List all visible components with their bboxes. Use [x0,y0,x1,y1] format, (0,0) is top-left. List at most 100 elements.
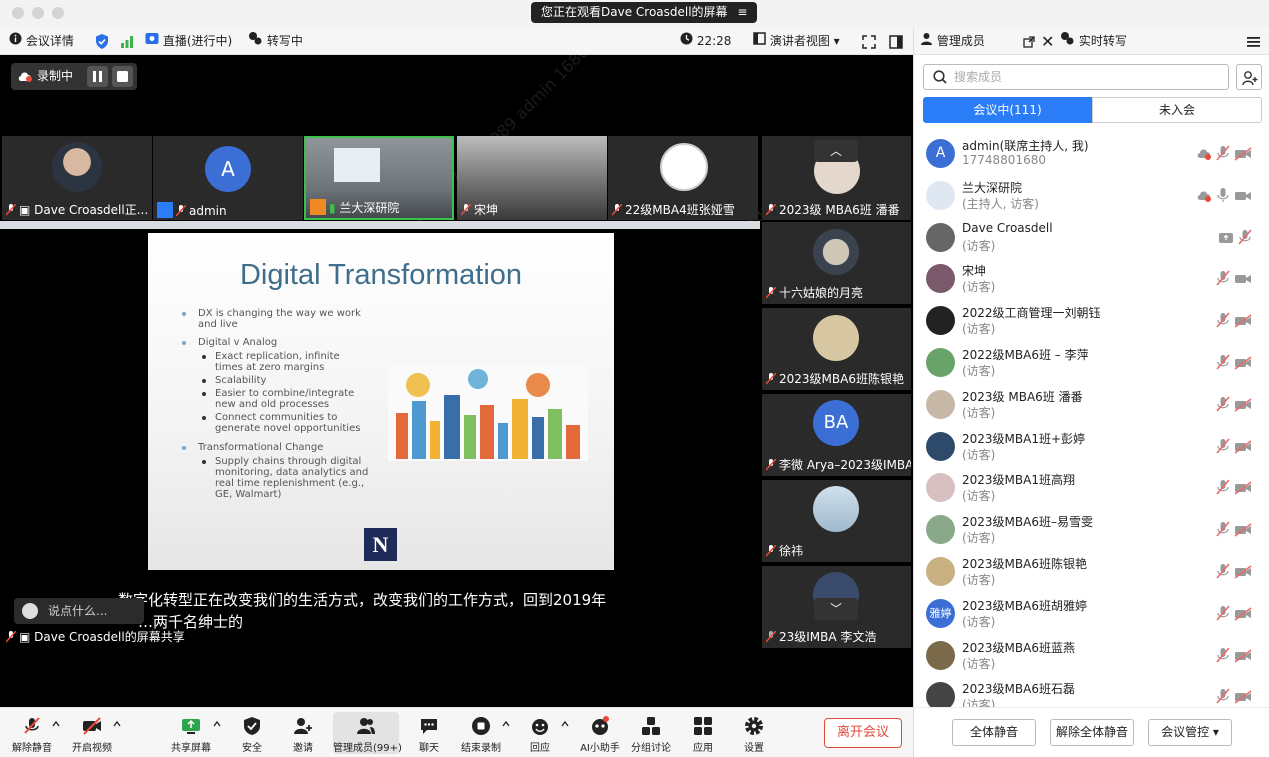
viewing-banner[interactable]: 您正在观看Dave Croasdell的屏幕 ≡ [531,2,758,23]
settings-button[interactable]: 设置 [734,708,774,757]
camera-off-icon[interactable] [1234,147,1252,161]
mic-on-icon[interactable] [1216,187,1230,203]
ai-assistant-button[interactable]: AI小助手 [578,708,622,757]
member-row[interactable]: 2023级MBA6班–易雪雯 (访客) [914,509,1269,551]
maximize-window-button[interactable] [52,7,64,19]
camera-off-icon[interactable] [1234,439,1252,454]
live-status-button[interactable]: 直播(进行中) [145,28,232,55]
unmute-button[interactable]: 解除静音 [8,708,56,757]
member-row[interactable]: 2023级MBA1班+彭婷 (访客) [914,426,1269,468]
member-row[interactable]: Dave Croasdell (访客) [914,217,1269,259]
view-mode-dropdown[interactable]: 演讲者视图 ▾ [753,28,840,55]
camera-off-icon[interactable] [1234,648,1252,663]
chevron-up-icon[interactable] [213,720,221,728]
camera-off-icon[interactable] [1234,398,1252,412]
member-row[interactable]: 2022级MBA6班 – 李萍 (访客) [914,342,1269,384]
chevron-up-icon[interactable] [113,720,121,728]
pause-record-button[interactable] [87,66,108,87]
camera-off-icon[interactable] [1234,523,1252,537]
camera-off-icon[interactable] [1234,356,1252,370]
video-tile-zhangyaxue[interactable]: 22级MBA4班张娅雪 [608,136,758,220]
signal-strength-icon[interactable] [120,28,134,55]
mic-muted-icon[interactable] [1216,605,1230,621]
member-row[interactable]: Aadmin(联席主持人, 我) 17748801680 [914,133,1269,175]
stop-record-button[interactable] [112,66,133,87]
video-tile-songkun[interactable]: 宋坤 [457,136,607,220]
member-row[interactable]: 2022级工商管理一刘朝钰 (访客) [914,300,1269,342]
mic-muted-icon[interactable] [1216,312,1230,328]
toggle-sidebar-icon[interactable] [889,28,903,55]
meeting-control-dropdown[interactable]: 会议管控 ▾ [1148,719,1232,746]
mic-muted-icon[interactable] [1216,479,1230,495]
camera-off-icon[interactable] [1234,565,1252,579]
more-menu-icon[interactable] [1247,28,1260,55]
transcribe-status-button[interactable]: 转写中 [248,28,303,55]
search-members-input[interactable]: 搜索成员 [923,64,1229,90]
video-tile-active-speaker[interactable]: ▮ 兰大深研院 [304,136,454,220]
video-tile-dave[interactable]: ▣ Dave Croasdell正... [2,136,152,220]
video-tile-liwenhao[interactable]: ﹀ 23级IMBA 李文浩 [762,566,911,648]
security-shield-icon[interactable] [95,28,109,55]
video-tile-chenyinyan[interactable]: 2023级MBA6班陈银艳 [762,308,911,390]
video-tile-shiliu[interactable]: 十六姑娘的月亮 [762,222,911,304]
share-screen-button[interactable]: 共享屏幕 [167,708,215,757]
meeting-info-button[interactable]: 会议详情 [9,28,74,55]
quick-chat-input[interactable]: 说点什么... [14,598,144,624]
video-tile-xuwei[interactable]: 徐祎 [762,480,911,562]
mic-muted-icon[interactable] [1216,145,1230,161]
mic-muted-icon[interactable] [1238,229,1252,245]
member-row[interactable]: 2023级MBA6班陈银艳 (访客) [914,551,1269,593]
video-tile-panfan[interactable]: ︿ 2023级 MBA6班 潘番 [762,136,911,220]
breakout-rooms-button[interactable]: 分组讨论 [628,708,674,757]
video-tile-admin[interactable]: A admin [153,136,303,220]
camera-off-icon[interactable] [1234,481,1252,496]
leave-meeting-button[interactable]: 离开会议 [824,718,902,748]
fullscreen-icon[interactable] [862,28,876,55]
popout-icon[interactable] [1023,28,1035,55]
chevron-up-icon[interactable] [561,720,569,728]
chevron-up-icon[interactable] [502,720,510,728]
camera-off-icon[interactable] [1234,607,1252,621]
tab-in-meeting[interactable]: 会议中(111) [923,97,1092,123]
close-window-button[interactable] [12,7,24,19]
chevron-up-icon[interactable] [52,720,60,728]
mute-all-button[interactable]: 全体静音 [952,719,1036,746]
member-row[interactable]: 兰大深研院 (主持人, 访客) [914,175,1269,217]
mic-muted-icon[interactable] [1216,688,1230,704]
member-row[interactable]: 2023级MBA6班石磊 (访客) [914,676,1269,707]
reactions-button[interactable]: 回应 [520,708,560,757]
member-row[interactable]: 2023级MBA6班蓝燕 (访客) [914,635,1269,677]
manage-members-button[interactable]: 管理成员(99+) [333,712,402,754]
mic-muted-icon[interactable] [1216,563,1230,579]
mic-muted-icon[interactable] [1216,396,1230,412]
tab-not-joined[interactable]: 未入会 [1092,97,1262,123]
member-row[interactable]: 宋坤 (访客) [914,258,1269,300]
mic-muted-icon[interactable] [1216,438,1230,454]
mic-muted-icon[interactable] [1216,647,1230,663]
apps-button[interactable]: 应用 [683,708,723,757]
mic-muted-icon[interactable] [1216,270,1230,286]
scroll-down-button[interactable]: ﹀ [814,598,858,620]
unmute-all-button[interactable]: 解除全体静音 [1050,719,1134,746]
start-video-button[interactable]: 开启视频 [68,708,116,757]
security-button[interactable]: 安全 [232,708,272,757]
member-row[interactable]: 2023级 MBA6班 潘番 (访客) [914,384,1269,426]
invite-member-button[interactable] [1236,64,1262,90]
mic-muted-icon[interactable] [1216,521,1230,537]
invite-button[interactable]: 邀请 [283,708,323,757]
member-row[interactable]: 雅婷 2023级MBA6班胡雅婷 (访客) [914,593,1269,635]
scroll-up-button[interactable]: ︿ [814,140,858,162]
camera-off-icon[interactable] [1234,314,1252,328]
camera-on-icon[interactable] [1234,189,1252,203]
mic-muted-icon[interactable] [1216,354,1230,370]
close-icon[interactable]: ✕ [1041,28,1054,55]
camera-on-icon[interactable] [1234,272,1252,286]
camera-off-icon[interactable] [1234,690,1252,704]
video-tile-liwei[interactable]: BA 李微 Arya–2023级IMBA [762,394,911,476]
minimize-window-button[interactable] [32,7,44,19]
chat-button[interactable]: 聊天 [409,708,449,757]
stop-recording-button[interactable]: 结束录制 [458,708,504,757]
realtime-transcribe-tab[interactable]: 实时转写 [1060,28,1127,55]
manage-members-tab[interactable]: 管理成员 [920,28,985,55]
member-row[interactable]: 2023级MBA1班高翔 (访客) [914,467,1269,509]
